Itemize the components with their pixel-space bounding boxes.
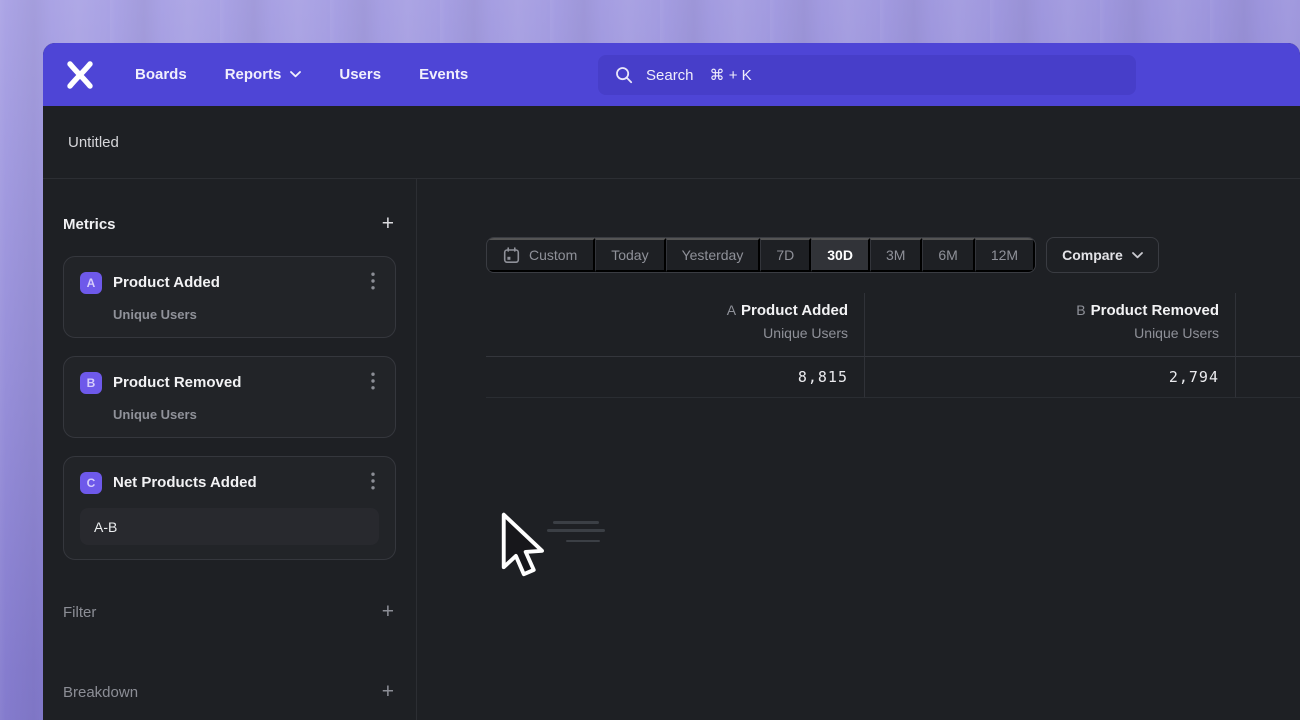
column-title: B Product Removed: [865, 302, 1219, 319]
metric-name: Net Products Added: [113, 474, 257, 491]
metric-card-c[interactable]: C Net Products Added A-B: [63, 456, 396, 560]
range-7d[interactable]: 7D: [760, 238, 811, 272]
compare-button[interactable]: Compare: [1046, 237, 1159, 273]
breakdown-label: Breakdown: [63, 684, 138, 701]
compare-label: Compare: [1062, 247, 1123, 263]
range-label: 7D: [776, 247, 794, 263]
column-header-a[interactable]: A Product Added Unique Users: [486, 293, 865, 357]
cursor-motion-streak: [547, 529, 605, 532]
cursor-motion-streak: [553, 521, 599, 524]
column-name: Product Added: [741, 302, 848, 319]
metric-measurement[interactable]: Unique Users: [113, 307, 379, 322]
range-12m[interactable]: 12M: [975, 238, 1035, 272]
column-badge: B: [1076, 302, 1085, 318]
range-label: Yesterday: [682, 247, 744, 263]
metric-measurement[interactable]: Unique Users: [113, 407, 379, 422]
app-window: Boards Reports Users Events Search ⌘ + K…: [43, 43, 1300, 720]
range-yesterday[interactable]: Yesterday: [666, 238, 761, 272]
range-today[interactable]: Today: [595, 238, 665, 272]
kebab-icon: [371, 372, 375, 390]
filter-section-header: Filter +: [63, 598, 396, 626]
nav-item-reports[interactable]: Reports: [225, 66, 302, 83]
metric-card-b[interactable]: B Product Removed Unique Users: [63, 356, 396, 438]
value-cell-a[interactable]: 8,815: [486, 357, 865, 398]
add-breakdown-button[interactable]: +: [380, 682, 396, 702]
top-nav: Boards Reports Users Events Search ⌘ + K: [43, 43, 1300, 106]
range-30d-selected[interactable]: 30D: [811, 238, 870, 272]
range-label: Custom: [529, 247, 577, 263]
search-shortcut: ⌘ + K: [710, 66, 752, 84]
range-label: 3M: [886, 247, 905, 263]
column-name: Product Removed: [1091, 302, 1219, 319]
metrics-section-header: Metrics +: [63, 210, 396, 238]
range-label: 6M: [938, 247, 957, 263]
chevron-down-icon: [290, 71, 301, 78]
calendar-icon: [503, 247, 520, 264]
query-sidebar: Metrics + A Product Added Unique Users: [43, 179, 417, 720]
nav-item-users[interactable]: Users: [339, 66, 381, 83]
value-cell-spacer: [1236, 357, 1300, 398]
column-header-spacer: [1236, 293, 1300, 357]
filter-label: Filter: [63, 604, 96, 621]
range-label: 12M: [991, 247, 1018, 263]
add-metric-button[interactable]: +: [380, 214, 396, 234]
column-title: A Product Added: [486, 302, 848, 319]
metric-name: Product Removed: [113, 374, 241, 391]
range-label: Today: [611, 247, 648, 263]
nav-item-label: Events: [419, 66, 468, 83]
metric-card-title-row: C Net Products Added: [80, 470, 379, 495]
metric-card-title-row: A Product Added: [80, 270, 379, 295]
nav-item-label: Users: [339, 66, 381, 83]
nav-item-label: Reports: [225, 66, 282, 83]
range-custom[interactable]: Custom: [487, 238, 595, 272]
kebab-icon: [371, 472, 375, 490]
results-panel: Custom Today Yesterday 7D 30D 3M 6M 12M …: [417, 179, 1300, 720]
value-cell-b[interactable]: 2,794: [865, 357, 1236, 398]
metric-badge: A: [80, 272, 102, 294]
kebab-icon: [371, 272, 375, 290]
report-titlebar: Untitled: [43, 106, 1300, 179]
mixpanel-logo-icon[interactable]: [65, 60, 95, 90]
breakdown-section-header: Breakdown +: [63, 678, 396, 706]
metric-name: Product Added: [113, 274, 220, 291]
chevron-down-icon: [1132, 252, 1143, 259]
range-label: 30D: [827, 247, 853, 263]
search-icon: [615, 66, 633, 84]
add-filter-button[interactable]: +: [380, 602, 396, 622]
nav-item-label: Boards: [135, 66, 187, 83]
formula-input[interactable]: A-B: [80, 508, 379, 545]
metrics-label: Metrics: [63, 216, 116, 233]
nav-item-events[interactable]: Events: [419, 66, 468, 83]
metric-card-a[interactable]: A Product Added Unique Users: [63, 256, 396, 338]
report-title[interactable]: Untitled: [68, 134, 119, 151]
search-input[interactable]: Search ⌘ + K: [598, 55, 1136, 95]
range-3m[interactable]: 3M: [870, 238, 922, 272]
metric-options-button[interactable]: [367, 270, 379, 295]
metric-badge: C: [80, 472, 102, 494]
content-area: Metrics + A Product Added Unique Users: [43, 179, 1300, 720]
metric-options-button[interactable]: [367, 370, 379, 395]
cursor-motion-streak: [566, 540, 600, 542]
metric-badge: B: [80, 372, 102, 394]
nav-item-boards[interactable]: Boards: [135, 66, 187, 83]
column-header-b[interactable]: B Product Removed Unique Users: [865, 293, 1236, 357]
date-toolbar: Custom Today Yesterday 7D 30D 3M 6M 12M …: [486, 237, 1159, 273]
column-subtitle: Unique Users: [865, 325, 1219, 341]
metric-options-button[interactable]: [367, 470, 379, 495]
range-6m[interactable]: 6M: [922, 238, 974, 272]
column-badge: A: [727, 302, 736, 318]
search-placeholder: Search: [646, 67, 694, 84]
metrics-results-table: A Product Added Unique Users B Product Rem…: [486, 293, 1300, 398]
date-range-picker: Custom Today Yesterday 7D 30D 3M 6M 12M: [486, 237, 1036, 273]
metric-card-title-row: B Product Removed: [80, 370, 379, 395]
column-subtitle: Unique Users: [486, 325, 848, 341]
